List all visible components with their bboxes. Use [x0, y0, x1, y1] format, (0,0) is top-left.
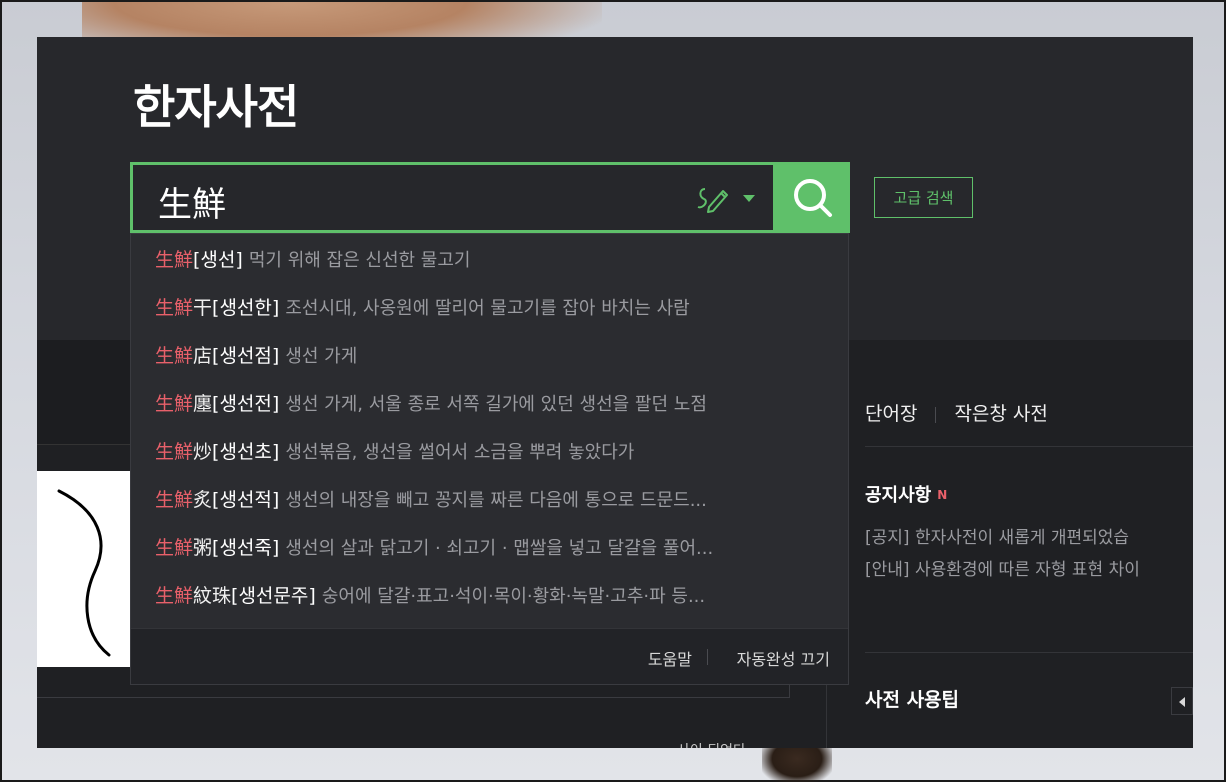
suggestion-reading: [생선적] — [212, 489, 280, 511]
divider — [37, 697, 789, 698]
small-dictionary-link[interactable]: 작은창 사전 — [954, 403, 1047, 425]
tips-prev-button[interactable] — [1171, 687, 1193, 715]
partial-text: 사이 되었다 — [677, 740, 746, 748]
suggestion-highlight: 生鮮 — [155, 489, 194, 511]
suggestion-item[interactable]: 生鮮炙[생선적] 생선의 내장을 빼고 꽁지를 짜른 다음에 통으로 드문드..… — [155, 486, 825, 514]
suggestion-reading: [생선초] — [212, 441, 280, 463]
suggestion-definition: 생선 가게, 서울 종로 서쪽 길가에 있던 생선을 팔던 노점 — [285, 394, 707, 415]
advanced-search-button[interactable]: 고급 검색 — [874, 177, 973, 218]
suggestion-hanja: 粥 — [193, 537, 213, 559]
page-title: 한자사전 — [133, 80, 299, 134]
suggestion-definition: 생선의 살과 닭고기 · 쇠고기 · 맵쌀을 넣고 달걀을 풀어... — [285, 538, 714, 559]
divider — [865, 652, 1193, 653]
chevron-down-icon[interactable] — [743, 195, 755, 202]
divider — [707, 649, 708, 665]
suggestion-reading: [생선문주] — [231, 585, 316, 607]
background-photo-fragment — [762, 742, 832, 782]
dropdown-footer: 도움말 자동완성 끄기 — [131, 628, 848, 684]
suggestion-item[interactable]: 生鮮[생선] 먹기 위해 잡은 신선한 물고기 — [155, 246, 825, 274]
stroke-image — [37, 471, 130, 667]
notice-title[interactable]: 공지사항 N — [865, 481, 947, 507]
dictionary-panel: 한자사전 生鮮 고급 검색 단어장 작은창 사전 공지사항 N [공지] 한자사… — [37, 37, 1193, 748]
suggestion-definition: 조선시대, 사옹원에 딸리어 물고기를 잡아 바치는 사람 — [285, 298, 690, 319]
suggestion-hanja: 店 — [193, 345, 213, 367]
suggestion-reading: [생선점] — [212, 345, 280, 367]
suggestion-definition: 숭어에 달걀·표고·석이·목이·황화·녹말·고추·파 등... — [321, 586, 706, 607]
suggestion-highlight: 生鮮 — [155, 297, 194, 319]
suggestion-item[interactable]: 生鮮店[생선점] 생선 가게 — [155, 342, 825, 370]
suggestion-definition: 생선의 내장을 빼고 꽁지를 짜른 다음에 통으로 드문드... — [285, 490, 707, 511]
suggestion-highlight: 生鮮 — [155, 441, 194, 463]
stroke-drawing — [57, 489, 111, 657]
notice-item[interactable]: [안내] 사용환경에 따른 자형 표현 차이 — [865, 555, 1140, 580]
search-button[interactable] — [776, 162, 850, 233]
suggestion-highlight: 生鮮 — [155, 345, 194, 367]
suggestion-reading: [생선] — [193, 249, 243, 271]
suggestion-item[interactable]: 生鮮粥[생선죽] 생선의 살과 닭고기 · 쇠고기 · 맵쌀을 넣고 달걀을 풀… — [155, 534, 825, 562]
suggestion-hanja: 干 — [193, 297, 213, 319]
new-badge: N — [937, 488, 948, 502]
suggestion-definition: 먹기 위해 잡은 신선한 물고기 — [248, 250, 471, 271]
divider — [935, 406, 937, 423]
search-box[interactable]: 生鮮 — [130, 162, 776, 233]
autocomplete-off-link[interactable]: 자동완성 끄기 — [737, 646, 830, 670]
notice-title-label: 공지사항 — [865, 485, 932, 506]
suggestion-hanja: 炙 — [193, 489, 213, 511]
autocomplete-dropdown: 生鮮[생선] 먹기 위해 잡은 신선한 물고기 生鮮干[생선한] 조선시대, 사… — [130, 233, 849, 685]
suggestion-item[interactable]: 生鮮炒[생선초] 생선볶음, 생선을 썰어서 소금을 뿌려 놓았다가 — [155, 438, 825, 466]
suggestion-item[interactable]: 生鮮廛[생선전] 생선 가게, 서울 종로 서쪽 길가에 있던 생선을 팔던 노… — [155, 390, 825, 418]
suggestion-hanja: 廛 — [193, 393, 213, 415]
handwriting-input-icon[interactable] — [695, 183, 731, 213]
tips-title: 사전 사용팁 — [865, 689, 960, 711]
suggestion-highlight: 生鮮 — [155, 393, 194, 415]
suggestion-hanja: 紋珠 — [193, 585, 232, 607]
search-input[interactable]: 生鮮 — [158, 177, 226, 226]
suggestion-highlight: 生鮮 — [155, 249, 194, 271]
notice-item[interactable]: [공지] 한자사전이 새롭게 개편되었습 — [865, 523, 1129, 548]
suggestion-reading: [생선전] — [212, 393, 280, 415]
suggestion-hanja: 炒 — [193, 441, 213, 463]
suggestion-definition: 생선볶음, 생선을 썰어서 소금을 뿌려 놓았다가 — [285, 442, 635, 463]
help-link[interactable]: 도움말 — [648, 646, 692, 670]
divider — [865, 446, 1193, 447]
suggestion-highlight: 生鮮 — [155, 537, 194, 559]
suggestion-reading: [생선한] — [212, 297, 280, 319]
search-icon — [794, 179, 832, 217]
suggestion-definition: 생선 가게 — [285, 346, 358, 367]
wordbook-link[interactable]: 단어장 — [865, 403, 917, 425]
suggestion-reading: [생선죽] — [212, 537, 280, 559]
suggestion-item[interactable]: 生鮮紋珠[생선문주] 숭어에 달걀·표고·석이·목이·황화·녹말·고추·파 등.… — [155, 582, 825, 610]
suggestion-item[interactable]: 生鮮干[생선한] 조선시대, 사옹원에 딸리어 물고기를 잡아 바치는 사람 — [155, 294, 825, 322]
suggestion-highlight: 生鮮 — [155, 585, 194, 607]
right-links: 단어장 작은창 사전 — [865, 399, 1048, 426]
left-tab-strip — [37, 340, 130, 445]
